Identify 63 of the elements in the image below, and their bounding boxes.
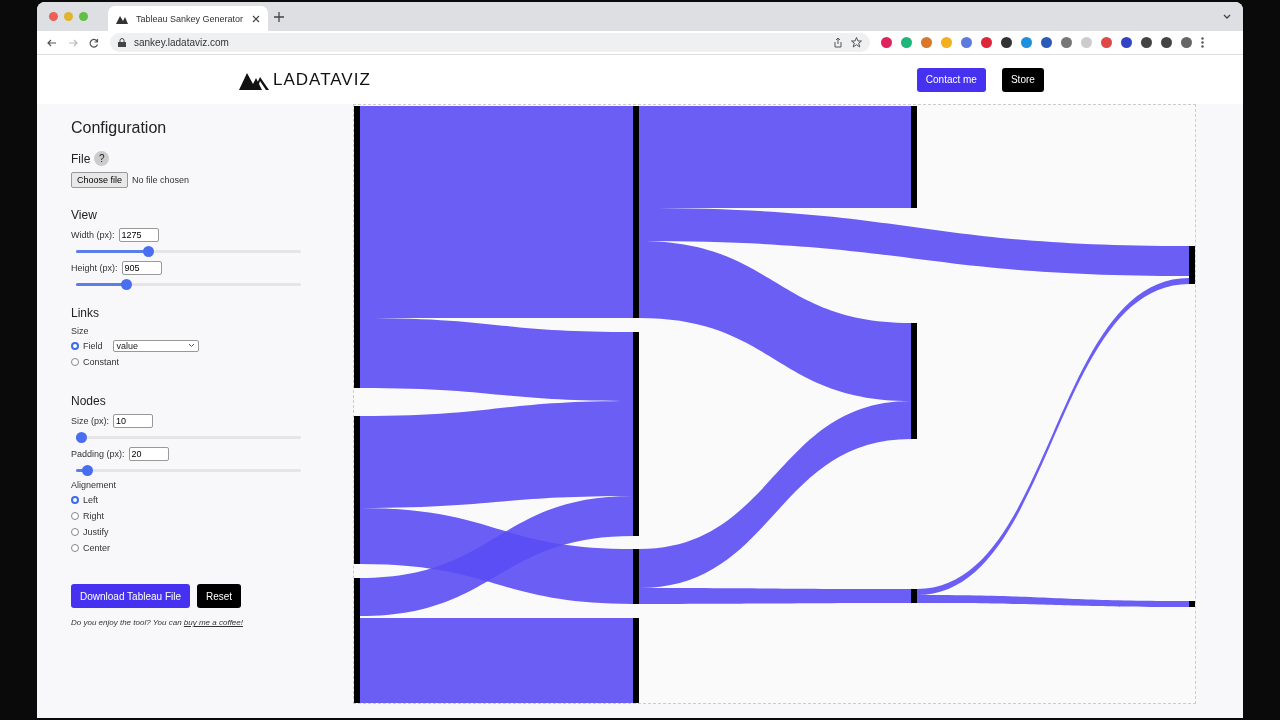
action-button[interactable]: Reset (197, 584, 242, 608)
chevron-down-icon[interactable] (1223, 13, 1231, 20)
field-label: Height (px): (71, 263, 118, 273)
star-icon[interactable] (851, 37, 862, 48)
share-icon[interactable] (833, 37, 843, 48)
extension-icon[interactable] (1121, 37, 1132, 48)
number-input[interactable]: 10 (113, 414, 153, 428)
radio-label: Center (83, 542, 110, 553)
nav-button[interactable]: Store (1001, 67, 1044, 92)
field-label: Size (71, 326, 90, 336)
extension-icon[interactable] (1181, 37, 1192, 48)
number-input[interactable]: 20 (128, 447, 169, 461)
back-icon[interactable] (47, 37, 57, 48)
extension-icon[interactable] (1141, 37, 1152, 48)
field-label: Alignement (71, 480, 118, 490)
radio-label: Field (83, 340, 103, 351)
extension-icon[interactable] (1001, 37, 1012, 48)
radio-label: Right (83, 510, 104, 521)
new-tab-icon[interactable] (274, 11, 284, 22)
reload-icon[interactable] (89, 37, 99, 48)
field-label: Size (px): (71, 416, 109, 426)
logo-text: LADATAVIZ (273, 69, 371, 90)
field-label: Padding (px): (71, 449, 125, 459)
address-bar[interactable]: sankey.ladataviz.com (110, 33, 870, 52)
chevron-down-icon (187, 343, 195, 348)
slider-thumb[interactable] (120, 279, 132, 290)
radio-button[interactable] (71, 495, 79, 504)
section-heading: Links (71, 306, 100, 320)
footer-text: Do you enjoy the tool? You can buy me a coffee! (71, 618, 244, 627)
section-heading: View (71, 208, 98, 222)
section-heading: File (71, 151, 91, 166)
extension-icon[interactable] (1041, 37, 1052, 48)
section-heading: Nodes (71, 394, 107, 408)
field-label: Width (px): (71, 230, 115, 240)
file-status: No file chosen (132, 175, 190, 185)
choose-file-button[interactable]: Choose file (71, 172, 129, 188)
number-input[interactable]: 905 (121, 261, 162, 275)
field-dropdown[interactable]: value (112, 339, 199, 352)
url-text: sankey.ladataviz.com (134, 37, 229, 48)
radio-button[interactable] (71, 341, 79, 350)
radio-button[interactable] (71, 511, 79, 520)
number-input[interactable]: 1275 (118, 228, 159, 242)
panel-title: Configuration (71, 119, 168, 137)
radio-button[interactable] (71, 543, 79, 552)
nav-button[interactable]: Contact me (916, 67, 986, 92)
browser-tab[interactable]: Tableau Sankey Generator (108, 6, 268, 31)
slider-thumb[interactable] (75, 432, 87, 443)
slider-thumb[interactable] (143, 246, 154, 257)
radio-button[interactable] (71, 527, 79, 536)
help-button[interactable]: ? (94, 151, 110, 166)
radio-button[interactable] (71, 357, 79, 366)
extension-icon[interactable] (1161, 37, 1172, 48)
action-button[interactable]: Download Tableau File (71, 584, 190, 608)
coffee-link[interactable]: buy me a coffee! (183, 618, 243, 627)
radio-label: Left (83, 494, 98, 505)
radio-label: Justify (83, 526, 109, 537)
slider-thumb[interactable] (82, 465, 94, 476)
tab-title: Tableau Sankey Generator (136, 13, 244, 24)
close-window-icon[interactable] (49, 12, 58, 21)
lock-icon (118, 38, 126, 47)
close-tab-icon[interactable] (252, 14, 260, 23)
radio-label: Constant (83, 356, 120, 367)
more-menu-icon[interactable] (1201, 37, 1204, 48)
